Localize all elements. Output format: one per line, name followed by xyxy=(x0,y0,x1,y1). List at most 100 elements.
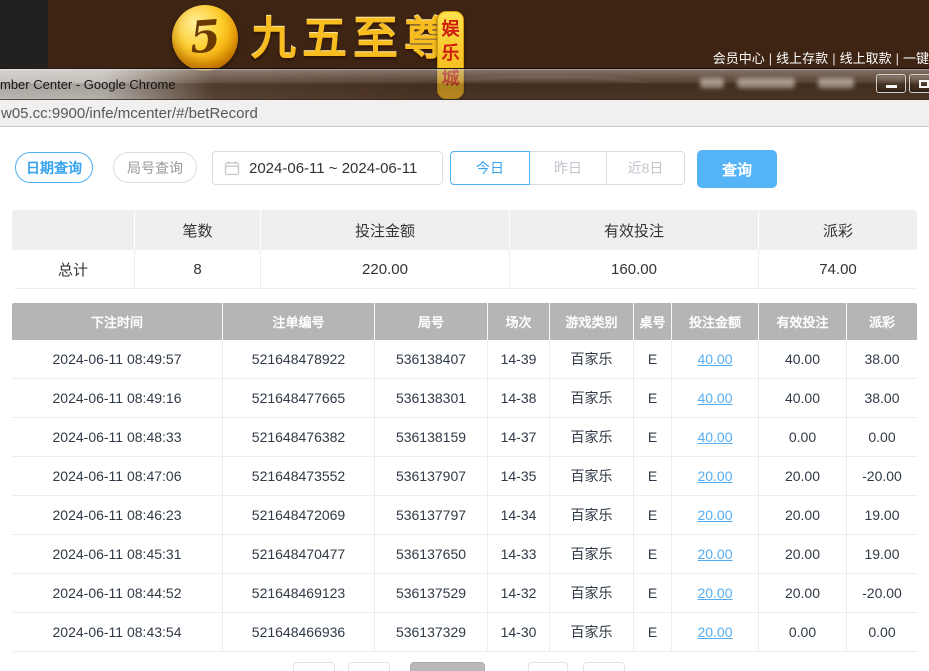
bet-cell: 20.00 xyxy=(759,535,847,573)
bet-cell: 521648472069 xyxy=(223,496,375,534)
bet-cell: 14-32 xyxy=(488,574,550,612)
bet-cell: 14-33 xyxy=(488,535,550,573)
bet-cell: 40.00 xyxy=(759,379,847,417)
table-row: 2024-06-11 08:44:52521648469123536137529… xyxy=(12,574,917,613)
glass-reflection xyxy=(440,76,650,94)
bet-cell: E xyxy=(634,535,672,573)
nav-link-1[interactable]: 会员中心 xyxy=(713,51,765,66)
quick-range-3[interactable]: 近8日 xyxy=(606,151,685,185)
table-row: 2024-06-11 08:46:23521648472069536137797… xyxy=(12,496,917,535)
bet-cell: 14-39 xyxy=(488,340,550,378)
calendar-icon xyxy=(224,160,240,176)
bet-header-cell: 下注时间 xyxy=(12,303,223,340)
bet-cell: 2024-06-11 08:48:33 xyxy=(12,418,223,456)
nav-link-4[interactable]: 一键 xyxy=(903,51,929,66)
bet-cell: 百家乐 xyxy=(550,457,634,495)
bet-cell: 2024-06-11 08:49:57 xyxy=(12,340,223,378)
bet-cell: 536138301 xyxy=(375,379,488,417)
bet-cell: 14-30 xyxy=(488,613,550,651)
bet-cell: 536138159 xyxy=(375,418,488,456)
bet-table-body: 2024-06-11 08:49:57521648478922536138407… xyxy=(12,340,917,652)
badge-char: 乐 xyxy=(442,41,460,65)
window-title: mber Center - Google Chrome xyxy=(0,69,176,99)
bet-cell: 521648470477 xyxy=(223,535,375,573)
bet-cell: 20.00 xyxy=(759,457,847,495)
bet-cell: 百家乐 xyxy=(550,496,634,534)
bet-cell: 19.00 xyxy=(847,535,917,573)
bet-cell: 536137907 xyxy=(375,457,488,495)
bet-cell: E xyxy=(634,418,672,456)
pagination-button-3[interactable] xyxy=(410,662,485,671)
bet-cell: 2024-06-11 08:44:52 xyxy=(12,574,223,612)
bet-cell: E xyxy=(634,613,672,651)
site-logo-icon: 5 xyxy=(172,5,238,71)
address-bar[interactable]: w05.cc:9900/infe/mcenter/#/betRecord xyxy=(0,100,929,127)
bet-cell: 14-38 xyxy=(488,379,550,417)
bet-cell: 521648476382 xyxy=(223,418,375,456)
bet-cell: -20.00 xyxy=(847,574,917,612)
bet-cell: 百家乐 xyxy=(550,613,634,651)
bet-cell: 521648478922 xyxy=(223,340,375,378)
bet-amount-link[interactable]: 20.00 xyxy=(697,546,732,562)
bet-cell: 536137650 xyxy=(375,535,488,573)
pagination-button-4[interactable] xyxy=(528,662,568,671)
bet-amount-link[interactable]: 40.00 xyxy=(697,351,732,367)
nav-separator: | xyxy=(832,51,835,66)
bet-amount-link[interactable]: 20.00 xyxy=(697,585,732,601)
quick-range-1[interactable]: 今日 xyxy=(450,151,530,185)
banner-nav: 会员中心 | 线上存款 | 线上取款 | 一键 xyxy=(713,48,929,67)
bet-cell: 38.00 xyxy=(847,379,917,417)
bet-cell: 2024-06-11 08:43:54 xyxy=(12,613,223,651)
quick-range-group: 今日昨日近8日 xyxy=(450,151,685,185)
nav-separator: | xyxy=(896,51,899,66)
bet-cell: 521648469123 xyxy=(223,574,375,612)
bet-cell: 536138407 xyxy=(375,340,488,378)
bet-cell: 40.00 xyxy=(759,340,847,378)
bet-cell: 20.00 xyxy=(759,574,847,612)
bet-cell: 百家乐 xyxy=(550,340,634,378)
bet-amount-link[interactable]: 20.00 xyxy=(697,624,732,640)
date-range-input[interactable]: 2024-06-11 ~ 2024-06-11 xyxy=(212,151,443,185)
quick-range-2[interactable]: 昨日 xyxy=(529,151,607,185)
maximize-icon xyxy=(919,80,929,88)
minimize-button[interactable] xyxy=(876,74,906,93)
table-row: 2024-06-11 08:45:31521648470477536137650… xyxy=(12,535,917,574)
summary-value-cell: 160.00 xyxy=(510,250,759,288)
bet-cell: 20.00 xyxy=(672,613,759,651)
bet-cell: 521648466936 xyxy=(223,613,375,651)
bet-amount-link[interactable]: 40.00 xyxy=(697,429,732,445)
date-query-tab[interactable]: 日期查询 xyxy=(15,152,93,183)
summary-total-row: 总计8220.00160.0074.00 xyxy=(12,250,917,289)
bet-cell: 2024-06-11 08:45:31 xyxy=(12,535,223,573)
table-row: 2024-06-11 08:48:33521648476382536138159… xyxy=(12,418,917,457)
nav-separator: | xyxy=(769,51,772,66)
bet-record-table: 下注时间注单编号局号场次游戏类别桌号投注金额有效投注派彩 2024-06-11 … xyxy=(12,303,917,652)
bet-cell: 521648477665 xyxy=(223,379,375,417)
blurred-text xyxy=(700,78,724,88)
blurred-text xyxy=(818,78,854,88)
nav-link-3[interactable]: 线上取款 xyxy=(840,51,892,66)
bet-cell: 20.00 xyxy=(672,496,759,534)
table-row: 2024-06-11 08:47:06521648473552536137907… xyxy=(12,457,917,496)
bet-cell: 14-34 xyxy=(488,496,550,534)
bet-amount-link[interactable]: 20.00 xyxy=(697,507,732,523)
bet-cell: 40.00 xyxy=(672,340,759,378)
pagination-button-1[interactable] xyxy=(293,662,335,671)
pagination-button-5[interactable] xyxy=(583,662,625,671)
nav-link-2[interactable]: 线上存款 xyxy=(776,51,828,66)
summary-table: 笔数投注金额有效投注派彩 总计8220.00160.0074.00 xyxy=(12,210,917,289)
bet-amount-link[interactable]: 40.00 xyxy=(697,390,732,406)
bet-cell: 19.00 xyxy=(847,496,917,534)
bet-header-cell: 游戏类别 xyxy=(550,303,634,340)
search-button[interactable]: 查询 xyxy=(697,150,777,188)
bet-cell: 20.00 xyxy=(672,574,759,612)
pagination-button-2[interactable] xyxy=(348,662,390,671)
table-row: 2024-06-11 08:49:16521648477665536138301… xyxy=(12,379,917,418)
maximize-button[interactable] xyxy=(909,74,929,93)
summary-header-cell: 有效投注 xyxy=(510,210,759,250)
desktop-corner xyxy=(0,0,48,68)
logo-glyph: 5 xyxy=(188,15,222,61)
bet-amount-link[interactable]: 20.00 xyxy=(697,468,732,484)
summary-header-cell: 投注金额 xyxy=(261,210,510,250)
round-query-tab[interactable]: 局号查询 xyxy=(113,152,197,183)
